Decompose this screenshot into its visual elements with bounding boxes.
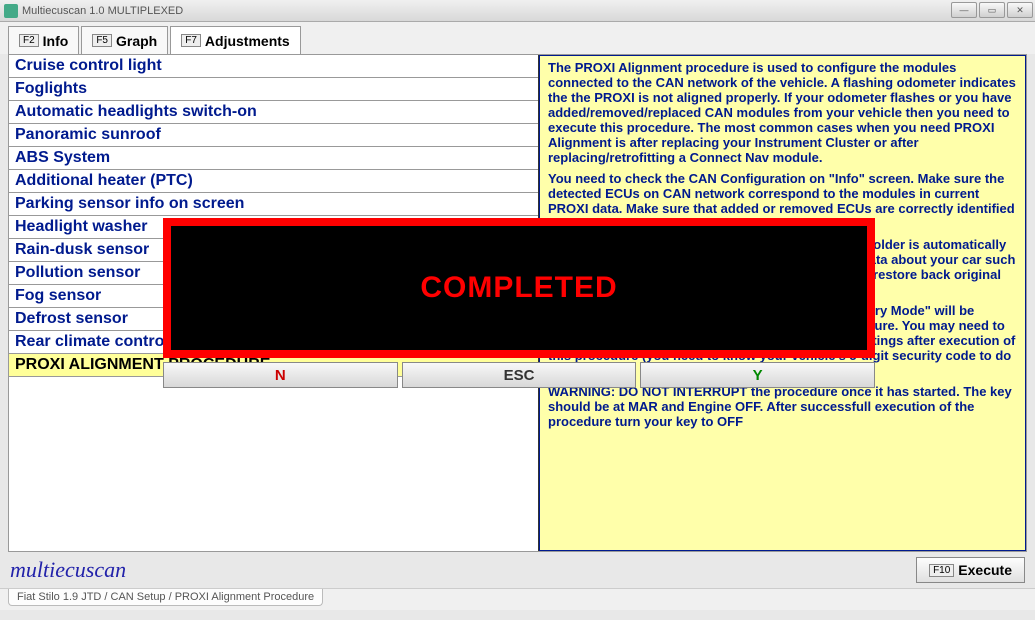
tab-key: F7 xyxy=(181,34,201,47)
tab-bar: F2 Info F5 Graph F7 Adjustments xyxy=(0,22,1035,54)
list-item[interactable]: Additional heater (PTC) xyxy=(9,170,538,193)
list-item[interactable]: Foglights xyxy=(9,78,538,101)
modal-no-button[interactable]: N xyxy=(163,362,398,388)
modal-message-box: COMPLETED xyxy=(163,218,875,358)
titlebar: Multiecuscan 1.0 MULTIPLEXED — ▭ ✕ xyxy=(0,0,1035,22)
list-item[interactable]: Panoramic sunroof xyxy=(9,124,538,147)
tab-adjustments[interactable]: F7 Adjustments xyxy=(170,26,300,54)
app-icon xyxy=(4,4,18,18)
maximize-button[interactable]: ▭ xyxy=(979,2,1005,18)
list-item[interactable]: Automatic headlights switch-on xyxy=(9,101,538,124)
description-text: WARNING: DO NOT INTERRUPT the procedure … xyxy=(548,384,1017,429)
statusbar: Fiat Stilo 1.9 JTD / CAN Setup / PROXI A… xyxy=(0,588,1035,610)
tab-key: F2 xyxy=(19,34,39,47)
modal-message: COMPLETED xyxy=(420,271,617,305)
status-path: Fiat Stilo 1.9 JTD / CAN Setup / PROXI A… xyxy=(8,589,323,606)
footer: multiecuscan F10 Execute xyxy=(0,552,1035,588)
brand-logo: multiecuscan xyxy=(10,557,126,583)
tab-label: Adjustments xyxy=(205,33,290,49)
list-item[interactable]: ABS System xyxy=(9,147,538,170)
execute-fkey: F10 xyxy=(929,564,954,577)
tab-graph[interactable]: F5 Graph xyxy=(81,26,168,54)
tab-info[interactable]: F2 Info xyxy=(8,26,79,54)
description-text: The PROXI Alignment procedure is used to… xyxy=(548,60,1017,165)
completion-modal: COMPLETED N ESC Y xyxy=(163,218,875,388)
close-button[interactable]: ✕ xyxy=(1007,2,1033,18)
modal-yes-button[interactable]: Y xyxy=(640,362,875,388)
minimize-button[interactable]: — xyxy=(951,2,977,18)
modal-esc-button[interactable]: ESC xyxy=(402,362,637,388)
tab-label: Graph xyxy=(116,33,157,49)
tab-key: F5 xyxy=(92,34,112,47)
tab-label: Info xyxy=(43,33,69,49)
list-item[interactable]: Cruise control light xyxy=(9,55,538,78)
modal-buttons: N ESC Y xyxy=(163,362,875,388)
window-controls: — ▭ ✕ xyxy=(951,2,1033,18)
list-item[interactable]: Parking sensor info on screen xyxy=(9,193,538,216)
window-title: Multiecuscan 1.0 MULTIPLEXED xyxy=(22,5,183,17)
execute-label: Execute xyxy=(958,562,1012,578)
execute-button[interactable]: F10 Execute xyxy=(916,557,1025,583)
